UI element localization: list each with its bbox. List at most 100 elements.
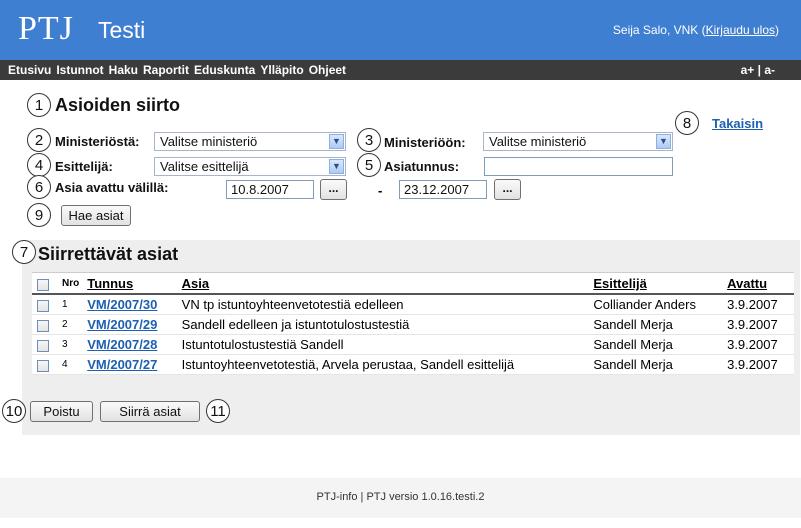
row-id-cell: VM/2007/30 — [83, 294, 178, 315]
table-row: 1 VM/2007/30 VN tp istuntoyhteenvetotest… — [32, 294, 794, 315]
case-id-label: Asiatunnus: — [384, 159, 460, 174]
to-ministry-label: Ministeriöön: — [384, 135, 466, 150]
row-checkbox[interactable] — [37, 339, 49, 352]
annotation-badge-4: 4 — [27, 153, 51, 177]
row-checkbox[interactable] — [37, 299, 49, 312]
row-checkbox-cell — [32, 354, 58, 375]
row-checkbox-cell — [32, 294, 58, 315]
row-number: 2 — [58, 314, 84, 335]
exit-button[interactable]: Poistu — [30, 401, 93, 422]
row-subject: Istuntotulostustestiä Sandell — [177, 334, 590, 355]
to-ministry-select[interactable]: Valitse ministeriö ▼ — [483, 132, 673, 151]
from-ministry-select[interactable]: Valitse ministeriö ▼ — [154, 132, 346, 151]
row-number: 3 — [58, 334, 84, 355]
table-header-row: Nro Tunnus Asia Esittelijä Avattu — [32, 272, 794, 295]
row-presenter: Sandell Merja — [589, 354, 724, 375]
date-from-picker-button[interactable]: ... — [320, 179, 347, 200]
row-subject: Sandell edelleen ja istuntotulostustesti… — [177, 314, 590, 335]
row-opened: 3.9.2007 — [723, 354, 794, 375]
row-checkbox[interactable] — [37, 359, 49, 372]
row-checkbox-cell — [32, 314, 58, 335]
nav-item-yllapito[interactable]: Ylläpito — [260, 63, 303, 77]
table-row: 4 VM/2007/27 Istuntoyhteenvetotestiä, Ar… — [32, 354, 794, 375]
app-header: PTJ Testi Seija Salo, VNK (Kirjaudu ulos… — [0, 0, 801, 60]
column-header-avattu[interactable]: Avattu — [723, 272, 794, 295]
back-link[interactable]: Takaisin — [712, 116, 763, 131]
row-opened: 3.9.2007 — [723, 294, 794, 315]
annotation-badge-2: 2 — [27, 128, 51, 152]
presenter-select[interactable]: Valitse esittelijä ▼ — [154, 157, 346, 176]
row-checkbox[interactable] — [37, 319, 49, 332]
annotation-badge-5: 5 — [357, 153, 381, 177]
date-separator: - — [378, 183, 383, 198]
select-all-cell — [32, 272, 58, 295]
presenter-value: Valitse esittelijä — [160, 159, 249, 174]
annotation-badge-8: 8 — [675, 111, 699, 135]
row-id-cell: VM/2007/29 — [83, 314, 178, 335]
opened-between-label: Asia avattu välillä: — [55, 180, 169, 195]
user-info: Seija Salo, VNK (Kirjaudu ulos) — [613, 23, 779, 37]
presenter-label: Esittelijä: — [55, 159, 113, 174]
chevron-down-icon: ▼ — [656, 134, 671, 149]
logout-link[interactable]: Kirjaudu ulos — [706, 23, 775, 37]
row-id-cell: VM/2007/27 — [83, 354, 178, 375]
case-id-link[interactable]: VM/2007/27 — [87, 357, 157, 372]
annotation-badge-7: 7 — [12, 240, 36, 264]
from-ministry-label: Ministeriöstä: — [55, 134, 140, 149]
nav-item-istunnot[interactable]: Istunnot — [56, 63, 103, 77]
footer-version-text: PTJ-info | PTJ versio 1.0.16.testi.2 — [316, 491, 485, 503]
row-subject: VN tp istuntoyhteenvetotestiä edelleen — [177, 294, 590, 315]
chevron-down-icon: ▼ — [329, 134, 344, 149]
nav-item-etusivu[interactable]: Etusivu — [8, 63, 51, 77]
font-size-control[interactable]: a+ | a- — [741, 63, 775, 77]
main-navbar: Etusivu Istunnot Haku Raportit Eduskunta… — [0, 60, 801, 80]
search-cases-button[interactable]: Hae asiat — [61, 205, 131, 226]
case-id-input[interactable] — [484, 157, 673, 176]
from-ministry-value: Valitse ministeriö — [160, 134, 258, 149]
annotation-badge-3: 3 — [357, 128, 381, 152]
row-number: 4 — [58, 354, 84, 375]
select-all-checkbox[interactable] — [37, 278, 49, 291]
row-subject: Istuntoyhteenvetotestiä, Arvela perustaa… — [177, 354, 590, 375]
table-row: 3 VM/2007/28 Istuntotulostustestiä Sande… — [32, 334, 794, 355]
case-id-link[interactable]: VM/2007/29 — [87, 317, 157, 332]
column-header-asia[interactable]: Asia — [177, 272, 590, 295]
date-from-input[interactable]: 10.8.2007 — [226, 180, 314, 199]
row-presenter: Sandell Merja — [589, 334, 724, 355]
app-title: Testi — [98, 17, 146, 43]
row-presenter: Sandell Merja — [589, 314, 724, 335]
case-id-link[interactable]: VM/2007/28 — [87, 337, 157, 352]
column-header-nro: Nro — [58, 272, 84, 295]
nav-item-eduskunta[interactable]: Eduskunta — [194, 63, 255, 77]
row-opened: 3.9.2007 — [723, 334, 794, 355]
annotation-badge-1: 1 — [27, 93, 51, 117]
column-header-esittelija[interactable]: Esittelijä — [589, 272, 724, 295]
user-name: Seija Salo, VNK ( — [612, 23, 706, 37]
nav-item-ohjeet[interactable]: Ohjeet — [309, 63, 346, 77]
to-ministry-value: Valitse ministeriö — [489, 134, 587, 149]
cases-table: Nro Tunnus Asia Esittelijä Avattu 1 VM/2… — [32, 272, 794, 375]
date-to-input[interactable]: 23.12.2007 — [399, 180, 487, 199]
nav-item-raportit[interactable]: Raportit — [143, 63, 189, 77]
move-cases-button[interactable]: Siirrä asiat — [100, 401, 200, 422]
page-footer: PTJ-info | PTJ versio 1.0.16.testi.2 — [0, 478, 801, 518]
annotation-badge-9: 9 — [27, 203, 51, 227]
row-checkbox-cell — [32, 334, 58, 355]
results-title: Siirrettävät asiat — [38, 244, 179, 264]
annotation-badge-6: 6 — [27, 175, 51, 199]
page-title: Asioiden siirto — [55, 95, 181, 115]
case-id-link[interactable]: VM/2007/30 — [87, 297, 157, 312]
nav-item-haku[interactable]: Haku — [109, 63, 138, 77]
row-id-cell: VM/2007/28 — [83, 334, 178, 355]
chevron-down-icon: ▼ — [329, 159, 344, 174]
table-row: 2 VM/2007/29 Sandell edelleen ja istunto… — [32, 314, 794, 335]
date-to-picker-button[interactable]: ... — [494, 179, 521, 200]
annotation-badge-10: 10 — [2, 399, 26, 423]
row-number: 1 — [58, 294, 84, 315]
column-header-tunnus[interactable]: Tunnus — [83, 272, 178, 295]
ptj-logo: PTJ — [18, 10, 74, 47]
user-info-close: ) — [775, 23, 779, 37]
row-presenter: Colliander Anders — [589, 294, 724, 315]
row-opened: 3.9.2007 — [723, 314, 794, 335]
nav-items: Etusivu Istunnot Haku Raportit Eduskunta… — [8, 63, 346, 77]
